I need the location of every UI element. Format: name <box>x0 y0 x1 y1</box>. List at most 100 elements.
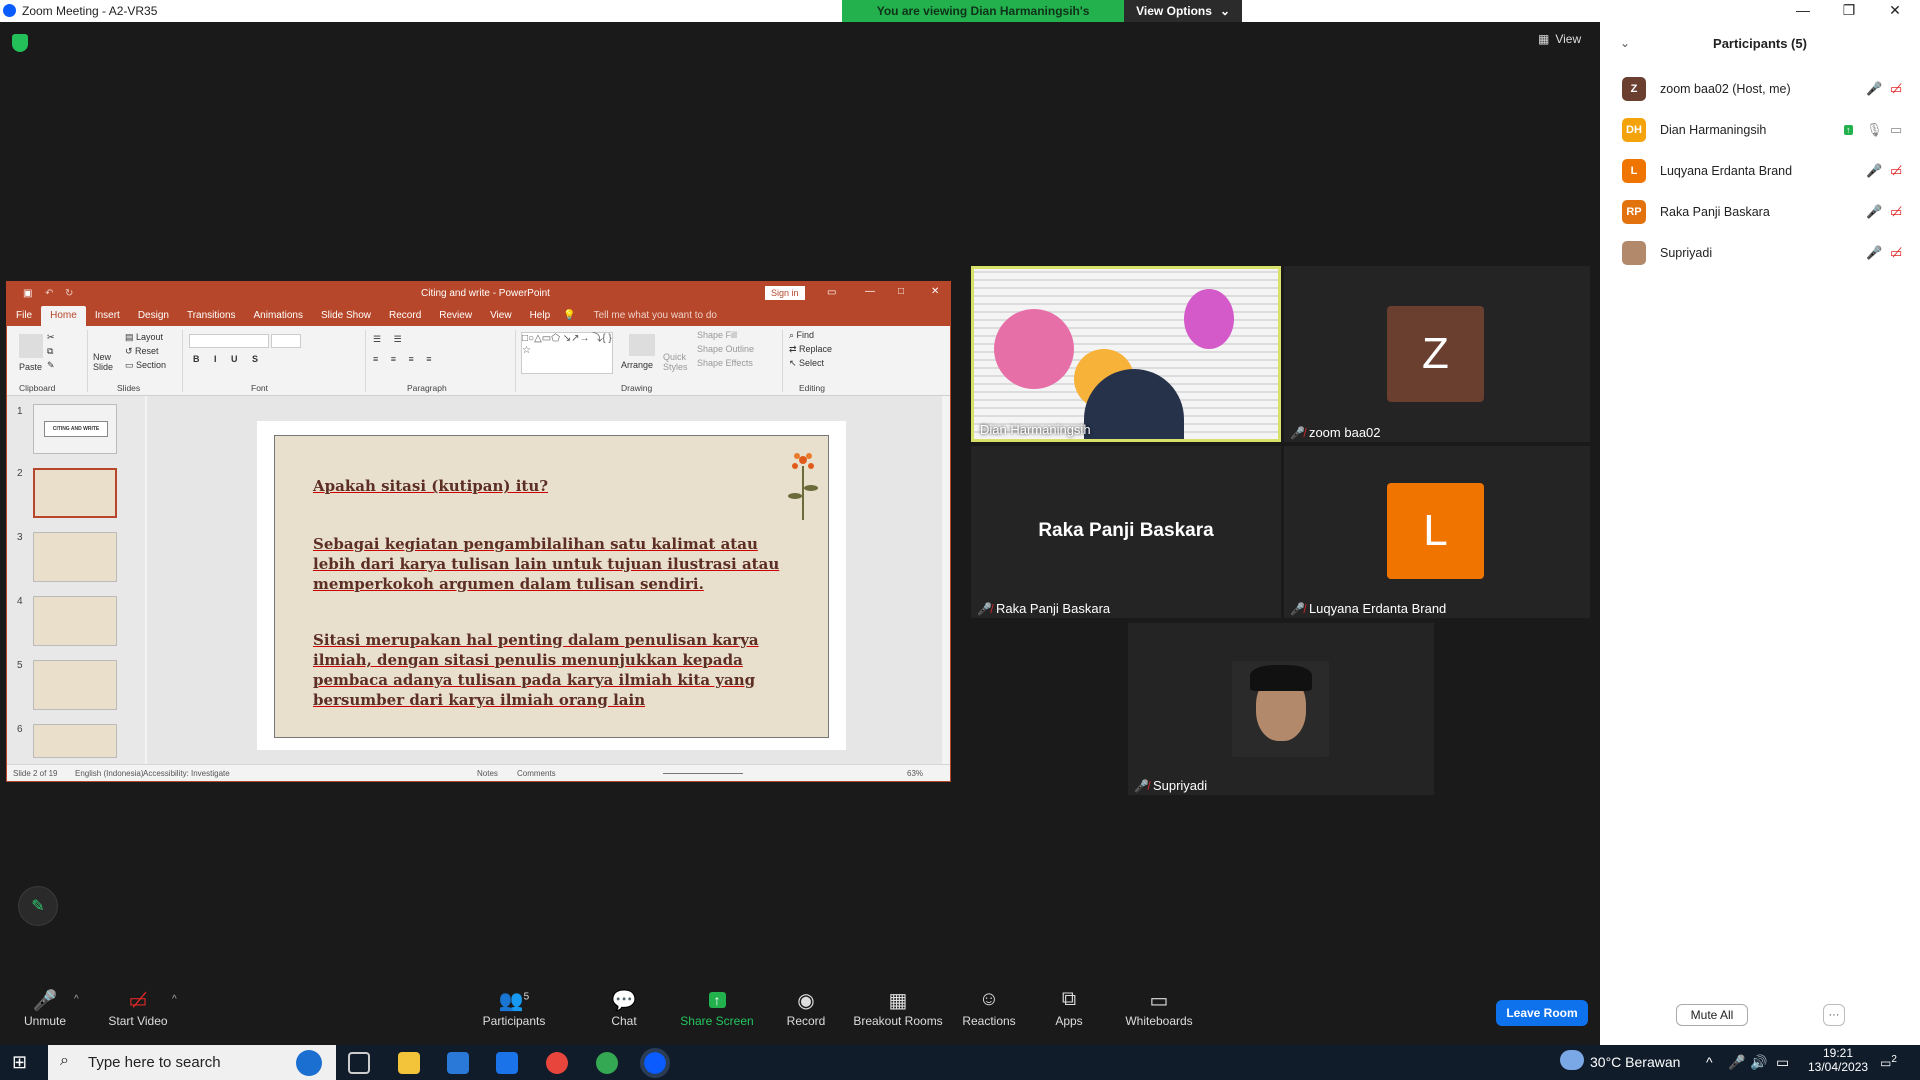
reset-button[interactable]: ↺ Reset <box>125 346 159 357</box>
participant-row[interactable]: Supriyadi 🎤 ▭̸ <box>1622 238 1912 268</box>
participant-row[interactable]: Z zoom baa02 (Host, me) 🎤 ▭̸ <box>1622 74 1912 104</box>
chrome-icon[interactable] <box>546 1052 568 1074</box>
mic-muted-icon[interactable]: 🎤 <box>1866 245 1882 261</box>
video-tile-luqyana[interactable]: L 🎤̸ Luqyana Erdanta Brand <box>1284 446 1590 618</box>
file-explorer-icon[interactable] <box>398 1052 420 1074</box>
notes-button[interactable]: Notes <box>477 769 498 778</box>
video-off-icon[interactable]: ▭̸ <box>1890 163 1902 179</box>
quick-styles-button[interactable]: Quick Styles <box>663 352 688 372</box>
tab-file[interactable]: File <box>7 306 41 326</box>
whiteboards-button[interactable]: ▭ Whiteboards <box>1104 988 1214 1028</box>
align-icon[interactable]: ≡ ≡ ≡ ≡ <box>373 354 437 364</box>
store-icon[interactable] <box>447 1052 469 1074</box>
close-icon[interactable]: ✕ <box>1872 2 1918 19</box>
tab-review[interactable]: Review <box>430 306 481 326</box>
tab-design[interactable]: Design <box>129 306 178 326</box>
tab-transitions[interactable]: Transitions <box>178 306 245 326</box>
shape-fill-button[interactable]: Shape Fill <box>697 330 737 340</box>
security-shield-icon[interactable] <box>12 34 28 52</box>
redo-icon[interactable]: ↻ <box>65 288 73 299</box>
slide-thumbnail[interactable] <box>33 532 117 582</box>
font-size-field[interactable] <box>271 334 301 348</box>
zoom-taskbar-icon[interactable] <box>640 1048 670 1078</box>
tab-view[interactable]: View <box>481 306 521 326</box>
video-tile-raka[interactable]: Raka Panji Baskara 🎤̸ Raka Panji Baskara <box>971 446 1281 618</box>
tell-me-search[interactable]: Tell me what you want to do <box>585 306 726 326</box>
cut-icon[interactable]: ✂ <box>47 332 55 343</box>
minimize-icon[interactable]: — <box>1780 2 1826 18</box>
slide-thumbnail[interactable] <box>33 660 117 710</box>
replace-button[interactable]: ⇄ Replace <box>789 344 832 355</box>
tab-slide-show[interactable]: Slide Show <box>312 306 380 326</box>
tab-record[interactable]: Record <box>380 306 430 326</box>
font-format-buttons[interactable]: B I U S <box>193 354 264 364</box>
clock[interactable]: 19:21 13/04/2023 <box>1808 1046 1868 1074</box>
ribbon-display-icon[interactable]: ▭ <box>827 287 836 298</box>
taskbar-search-box[interactable]: ⌕ Type here to search <box>48 1045 336 1080</box>
more-options-button[interactable]: ··· <box>1823 1004 1845 1026</box>
weather-text[interactable]: 30°C Berawan <box>1590 1054 1680 1070</box>
undo-icon[interactable]: ↶ <box>45 288 53 299</box>
zoom-level[interactable]: 63% <box>907 769 923 778</box>
ppt-minimize-icon[interactable]: — <box>865 286 875 297</box>
ppt-close-icon[interactable]: ✕ <box>931 286 939 297</box>
shape-outline-button[interactable]: Shape Outline <box>697 344 754 354</box>
network-icon[interactable]: ▭ <box>1776 1054 1789 1071</box>
volume-icon[interactable]: 🔊 <box>1750 1054 1767 1071</box>
participant-row[interactable]: DH Dian Harmaningsih ↑ 🎙 ▭ <box>1622 115 1912 145</box>
tab-animations[interactable]: Animations <box>245 306 312 326</box>
comments-button[interactable]: Comments <box>517 769 556 778</box>
font-name-field[interactable] <box>189 334 269 348</box>
video-off-icon[interactable]: ▭̸ <box>1890 245 1902 261</box>
section-button[interactable]: ▭ Section <box>125 360 166 371</box>
video-options-chevron-icon[interactable]: ^ <box>172 994 177 1005</box>
mic-muted-icon[interactable]: 🎤 <box>1866 163 1882 179</box>
arrange-icon[interactable] <box>629 334 655 356</box>
format-painter-icon[interactable]: ✎ <box>47 360 55 371</box>
video-off-icon[interactable]: ▭̸ <box>1890 204 1902 220</box>
new-slide-button[interactable]: New Slide <box>93 352 113 372</box>
windows-start-icon[interactable]: ⊞ <box>12 1052 27 1073</box>
participant-row[interactable]: RP Raka Panji Baskara 🎤 ▭̸ <box>1622 197 1912 227</box>
paste-icon[interactable] <box>19 334 43 358</box>
tray-chevron-icon[interactable]: ^ <box>1706 1054 1713 1070</box>
video-tile-zoom-baa02[interactable]: Z 🎤̸ zoom baa02 <box>1284 266 1590 442</box>
participant-row[interactable]: L Luqyana Erdanta Brand 🎤 ▭̸ <box>1622 156 1912 186</box>
ppt-maximize-icon[interactable]: □ <box>898 286 904 297</box>
video-off-icon[interactable]: ▭̸ <box>1890 81 1902 97</box>
mic-muted-icon[interactable]: 🎤 <box>1866 204 1882 220</box>
layout-button[interactable]: ▤ Layout <box>125 332 163 343</box>
annotate-pen-icon[interactable]: ✎ <box>18 886 58 926</box>
leave-room-button[interactable]: Leave Room <box>1496 1000 1588 1026</box>
select-button[interactable]: ↖ Select <box>789 358 824 369</box>
view-button[interactable]: ▦ View <box>1538 32 1581 46</box>
tab-insert[interactable]: Insert <box>86 306 129 326</box>
mute-all-button[interactable]: Mute All <box>1676 1004 1748 1026</box>
shapes-gallery[interactable]: □○△▭⬠ ↘↗→ ⤵{ }☆ <box>521 332 613 374</box>
chrome-profile-icon[interactable] <box>596 1052 618 1074</box>
mic-muted-icon[interactable]: 🎤 <box>1866 81 1882 97</box>
video-tile-supriyadi[interactable]: 🎤̸ Supriyadi <box>1128 623 1434 795</box>
participants-button[interactable]: 👥5 Participants <box>459 988 569 1028</box>
tab-help[interactable]: Help <box>521 306 560 326</box>
slide-thumbnail[interactable] <box>33 596 117 646</box>
view-options-button[interactable]: View Options ⌄ <box>1124 0 1242 22</box>
slide-thumbnail[interactable]: CITING AND WRITE <box>33 404 117 454</box>
copy-icon[interactable]: ⧉ <box>47 346 53 357</box>
audio-options-chevron-icon[interactable]: ^ <box>74 994 79 1005</box>
bullets-icon[interactable]: ☰ ☰ <box>373 334 407 345</box>
language[interactable]: English (Indonesia) <box>75 769 143 778</box>
mail-icon[interactable] <box>496 1052 518 1074</box>
mic-tray-icon[interactable]: 🎤 <box>1728 1054 1745 1071</box>
bing-icon[interactable] <box>296 1050 322 1076</box>
task-view-icon[interactable] <box>348 1052 370 1074</box>
video-tile-dian[interactable]: Dian Harmaningsih <box>971 266 1281 442</box>
video-on-icon[interactable]: ▭ <box>1890 122 1902 138</box>
tab-home[interactable]: Home <box>41 306 86 326</box>
zoom-slider[interactable] <box>663 773 743 774</box>
slide-thumbnail-selected[interactable] <box>33 468 117 518</box>
notification-icon[interactable]: ▭2 <box>1880 1054 1897 1070</box>
accessibility[interactable]: Accessibility: Investigate <box>143 769 230 778</box>
slide-thumbnail[interactable] <box>33 724 117 758</box>
restore-icon[interactable]: ❐ <box>1826 2 1872 19</box>
